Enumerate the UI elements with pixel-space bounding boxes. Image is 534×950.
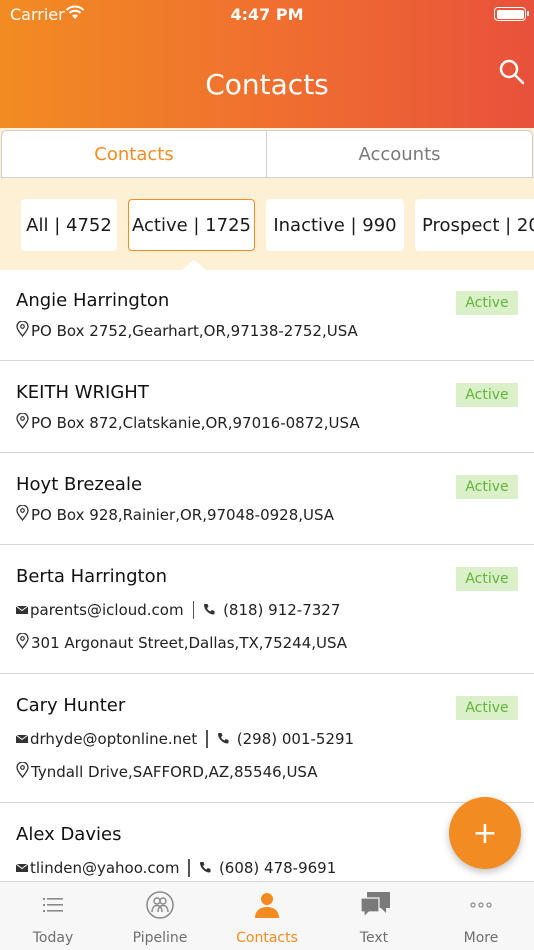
plus-icon: + — [472, 815, 498, 851]
battery-icon — [494, 7, 529, 21]
contact-name: Berta Harrington — [16, 566, 167, 587]
tab-pipeline[interactable]: Pipeline — [107, 882, 213, 950]
add-contact-button[interactable]: + — [449, 797, 521, 869]
status-bar: Carrier 4:47 PM — [0, 0, 534, 30]
contact-info-line: tlinden@yahoo.com (608) 478-9691 — [15, 859, 336, 877]
selected-indicator — [182, 260, 206, 270]
contact-name: Angie Harrington — [16, 290, 170, 311]
tab-contacts[interactable]: Contacts — [214, 882, 320, 950]
segment-accounts[interactable]: Accounts — [267, 130, 533, 178]
location-pin-icon — [16, 504, 29, 525]
status-time: 4:47 PM — [230, 5, 304, 24]
contact-row[interactable]: Cary Hunter Active drhyde@optonline.net … — [0, 675, 534, 803]
status-badge: Active — [456, 475, 518, 499]
location-pin-icon — [16, 632, 29, 653]
address-line: 301 Argonaut Street,Dallas,TX,75244,USA — [16, 632, 348, 653]
contact-list: Angie Harrington Active PO Box 2752,Gear… — [0, 270, 534, 881]
tab-text[interactable]: Text — [321, 882, 427, 950]
person-icon — [252, 890, 282, 920]
chat-icon — [359, 890, 390, 920]
filter-prospect[interactable]: Prospect | 20 — [415, 199, 534, 251]
tab-label: More — [463, 930, 499, 946]
contact-phone[interactable]: (608) 478-9691 — [219, 859, 336, 877]
filter-bar: All | 4752 Active | 1725 Inactive | 990 … — [0, 180, 534, 270]
tab-label: Pipeline — [132, 930, 188, 946]
list-icon — [38, 890, 68, 920]
tab-label: Contacts — [236, 930, 298, 946]
contact-address: 301 Argonaut Street,Dallas,TX,75244,USA — [31, 634, 348, 652]
segmented-control: Contacts Accounts — [0, 128, 534, 180]
contact-row[interactable]: Angie Harrington Active PO Box 2752,Gear… — [0, 270, 534, 361]
address-line: PO Box 2752,Gearhart,OR,97138-2752,USA — [16, 320, 358, 341]
status-badge: Active — [456, 696, 518, 720]
location-pin-icon — [16, 761, 29, 782]
tab-label: Text — [359, 930, 389, 946]
more-icon — [466, 890, 496, 920]
status-badge: Active — [456, 567, 518, 591]
filter-active[interactable]: Active | 1725 — [128, 199, 255, 251]
contact-phone[interactable]: (298) 001-5291 — [237, 730, 354, 748]
email-icon — [15, 859, 29, 877]
contact-email[interactable]: tlinden@yahoo.com — [30, 859, 179, 877]
contact-name: KEITH WRIGHT — [16, 382, 149, 403]
contact-address: PO Box 2752,Gearhart,OR,97138-2752,USA — [31, 322, 358, 340]
contact-phone[interactable]: (818) 912-7327 — [223, 601, 340, 619]
tab-today[interactable]: Today — [0, 882, 106, 950]
tab-more[interactable]: More — [428, 882, 534, 950]
contact-name: Alex Davies — [16, 824, 122, 845]
contact-name: Hoyt Brezeale — [16, 474, 143, 495]
contact-address: PO Box 872,Clatskanie,OR,97016-0872,USA — [31, 414, 360, 432]
contact-address: Tyndall Drive,SAFFORD,AZ,85546,USA — [31, 763, 318, 781]
location-pin-icon — [16, 320, 29, 341]
pipeline-icon — [145, 890, 175, 920]
contact-email[interactable]: parents@icloud.com — [30, 601, 184, 619]
phone-icon — [203, 601, 215, 619]
filter-inactive[interactable]: Inactive | 990 — [266, 199, 404, 251]
tab-label: Today — [32, 930, 74, 946]
address-line: Tyndall Drive,SAFFORD,AZ,85546,USA — [16, 761, 318, 782]
header-bar: Carrier 4:47 PM Contacts — [0, 0, 534, 128]
filter-all[interactable]: All | 4752 — [21, 199, 117, 251]
tab-bar: Today Pipeline Contacts Text More — [0, 881, 534, 950]
email-icon — [15, 730, 29, 748]
contact-name: Cary Hunter — [16, 695, 126, 716]
divider — [192, 601, 195, 619]
search-icon[interactable] — [498, 58, 526, 86]
email-icon — [15, 601, 29, 619]
contact-address: PO Box 928,Rainier,OR,97048-0928,USA — [31, 506, 335, 524]
page-title: Contacts — [205, 68, 329, 101]
location-pin-icon — [16, 412, 29, 433]
contact-email[interactable]: drhyde@optonline.net — [30, 730, 197, 748]
contact-info-line: parents@icloud.com (818) 912-7327 — [15, 601, 340, 619]
segment-contacts[interactable]: Contacts — [1, 130, 267, 178]
contact-info-line: drhyde@optonline.net (298) 001-5291 — [15, 730, 354, 748]
contact-row[interactable]: Hoyt Brezeale Active PO Box 928,Rainier,… — [0, 454, 534, 545]
contact-row[interactable]: KEITH WRIGHT Active PO Box 872,Clatskani… — [0, 362, 534, 453]
divider — [188, 859, 190, 877]
address-line: PO Box 872,Clatskanie,OR,97016-0872,USA — [16, 412, 360, 433]
divider — [206, 730, 208, 748]
address-line: PO Box 928,Rainier,OR,97048-0928,USA — [16, 504, 335, 525]
status-badge: Active — [456, 291, 518, 315]
contact-row[interactable]: Berta Harrington Active parents@icloud.c… — [0, 546, 534, 674]
status-badge: Active — [456, 383, 518, 407]
phone-icon — [199, 859, 211, 877]
phone-icon — [217, 730, 229, 748]
